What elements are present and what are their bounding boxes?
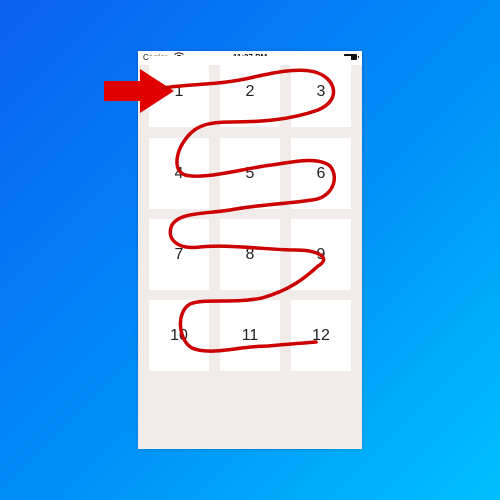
phone-screen: Carrier 11:37 PM 1 2 3 4 5 6 7 8 9 10 11… bbox=[138, 51, 362, 449]
cell-number: 7 bbox=[174, 245, 184, 263]
cell-number: 11 bbox=[241, 326, 259, 344]
cell-number: 12 bbox=[312, 326, 330, 344]
grid-cell-12[interactable]: 12 bbox=[291, 300, 351, 371]
grid-cell-11[interactable]: 11 bbox=[220, 300, 280, 371]
grid-cell-8[interactable]: 8 bbox=[220, 219, 280, 290]
cell-number: 3 bbox=[316, 82, 326, 100]
cell-number: 8 bbox=[245, 245, 255, 263]
grid-cell-10[interactable]: 10 bbox=[149, 300, 209, 371]
grid-cell-6[interactable]: 6 bbox=[291, 138, 351, 209]
grid-cell-4[interactable]: 4 bbox=[149, 138, 209, 209]
grid-cell-9[interactable]: 9 bbox=[291, 219, 351, 290]
cell-number: 6 bbox=[316, 164, 326, 182]
cell-number: 10 bbox=[170, 326, 188, 344]
cell-number: 2 bbox=[245, 82, 255, 100]
cell-number: 5 bbox=[245, 164, 255, 182]
grid-cell-3[interactable]: 3 bbox=[291, 56, 351, 127]
grid-cell-2[interactable]: 2 bbox=[220, 56, 280, 127]
grid-cell-5[interactable]: 5 bbox=[220, 138, 280, 209]
cell-number: 1 bbox=[174, 82, 184, 100]
cell-number: 9 bbox=[316, 245, 326, 263]
grid-cell-1[interactable]: 1 bbox=[149, 56, 209, 127]
grid-cell-7[interactable]: 7 bbox=[149, 219, 209, 290]
cell-number: 4 bbox=[174, 164, 184, 182]
